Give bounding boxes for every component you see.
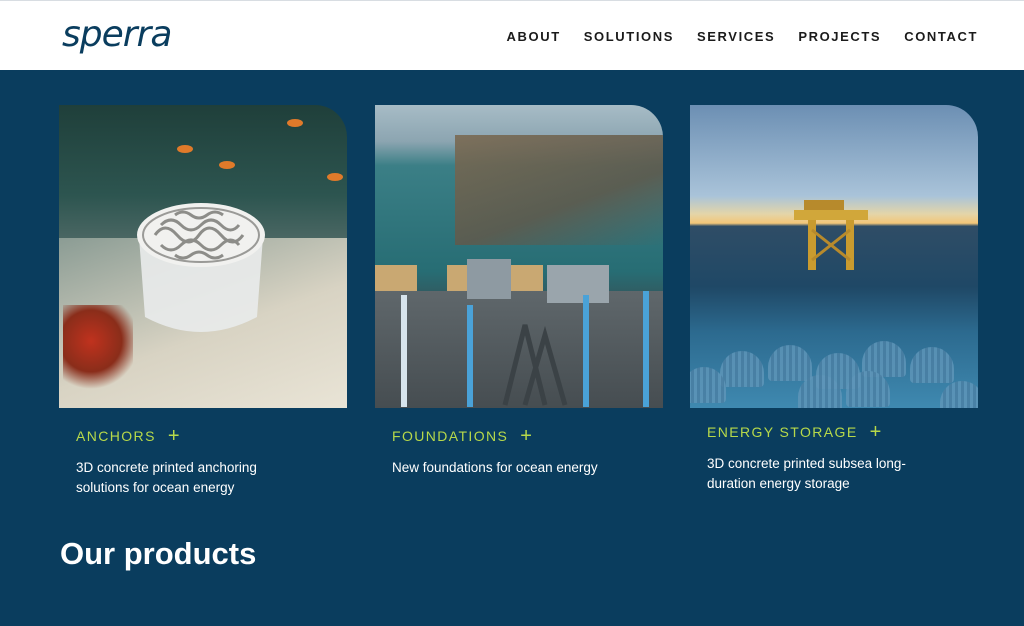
energy-storage-image bbox=[690, 105, 978, 408]
card-anchors[interactable]: ANCHORS + 3D concrete printed anchoring … bbox=[59, 105, 347, 498]
card-energy-storage[interactable]: ENERGY STORAGE + 3D concrete printed sub… bbox=[690, 105, 978, 494]
card-title[interactable]: FOUNDATIONS bbox=[392, 428, 508, 444]
plus-icon[interactable]: + bbox=[870, 422, 882, 442]
card-title-row[interactable]: ENERGY STORAGE + bbox=[707, 422, 978, 442]
substation-structures bbox=[401, 259, 649, 407]
nav-services[interactable]: SERVICES bbox=[697, 29, 775, 45]
card-title[interactable]: ENERGY STORAGE bbox=[707, 424, 858, 440]
anchor-module-graphic bbox=[137, 203, 265, 332]
port-background bbox=[455, 135, 663, 245]
card-title-row[interactable]: FOUNDATIONS + bbox=[392, 426, 663, 446]
offshore-platform-graphic bbox=[794, 200, 868, 270]
card-foundations[interactable]: FOUNDATIONS + New foundations for ocean … bbox=[375, 105, 663, 478]
site-header: sperra ABOUT SOLUTIONS SERVICES PROJECTS… bbox=[0, 0, 1024, 70]
main-section: ANCHORS + 3D concrete printed anchoring … bbox=[0, 70, 1024, 626]
card-title[interactable]: ANCHORS bbox=[76, 428, 156, 444]
card-description: 3D concrete printed subsea long-duration… bbox=[707, 456, 906, 491]
nav-projects[interactable]: PROJECTS bbox=[798, 29, 881, 45]
nav-about[interactable]: ABOUT bbox=[507, 29, 561, 45]
products-heading: Our products bbox=[60, 536, 257, 571]
nav-contact[interactable]: CONTACT bbox=[904, 29, 978, 45]
storage-sphere bbox=[720, 351, 764, 387]
sperra-logo[interactable]: sperra bbox=[62, 15, 172, 55]
storage-sphere bbox=[768, 345, 812, 381]
main-nav: ABOUT SOLUTIONS SERVICES PROJECTS CONTAC… bbox=[507, 29, 978, 45]
fish-icon bbox=[177, 145, 193, 153]
card-description: 3D concrete printed anchoring solutions … bbox=[76, 460, 257, 495]
fish-icon bbox=[287, 119, 303, 127]
storage-sphere bbox=[846, 371, 890, 407]
storage-sphere bbox=[910, 347, 954, 383]
card-title-row[interactable]: ANCHORS + bbox=[76, 426, 347, 446]
nav-solutions[interactable]: SOLUTIONS bbox=[584, 29, 674, 45]
foundations-image bbox=[375, 105, 663, 408]
fish-icon bbox=[219, 161, 235, 169]
coral-decoration bbox=[63, 305, 133, 395]
fish-icon bbox=[327, 173, 343, 181]
plus-icon[interactable]: + bbox=[168, 426, 180, 446]
card-description: New foundations for ocean energy bbox=[392, 460, 598, 475]
storage-sphere bbox=[940, 381, 978, 408]
plus-icon[interactable]: + bbox=[520, 426, 532, 446]
anchors-image bbox=[59, 105, 347, 408]
